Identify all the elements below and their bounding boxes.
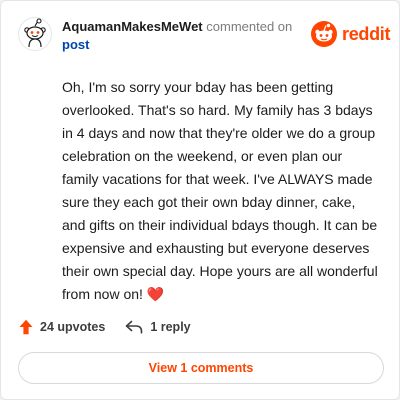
upvote-count: 24 upvotes xyxy=(40,320,106,334)
reddit-icon xyxy=(311,21,337,47)
post-link[interactable]: post xyxy=(62,36,302,54)
action-text: commented on xyxy=(206,19,293,34)
reply-button[interactable]: 1 reply xyxy=(125,320,191,334)
comment-meta: AquamanMakesMeWet commented on post xyxy=(62,18,302,54)
upvote-button[interactable]: 24 upvotes xyxy=(19,319,105,335)
comment-card: AquamanMakesMeWet commented on post redd… xyxy=(0,0,400,400)
author-name[interactable]: AquamanMakesMeWet xyxy=(62,19,203,34)
comment-body: Oh, I'm so sorry your bday has been gett… xyxy=(62,76,380,306)
reply-arrow-icon xyxy=(126,320,143,334)
heart-emoji: ❤️ xyxy=(146,286,165,302)
reddit-wordmark: reddit xyxy=(342,23,391,44)
snoo-avatar-icon xyxy=(18,17,52,51)
view-comments-button[interactable]: View 1 comments xyxy=(18,352,384,384)
reddit-logo: reddit xyxy=(311,20,391,48)
reply-count: 1 reply xyxy=(150,320,191,334)
comment-actions: 24 upvotes 1 reply xyxy=(19,317,211,337)
upvote-arrow-icon xyxy=(19,319,33,335)
comment-text: Oh, I'm so sorry your bday has been gett… xyxy=(62,79,378,302)
avatar[interactable] xyxy=(18,17,52,51)
